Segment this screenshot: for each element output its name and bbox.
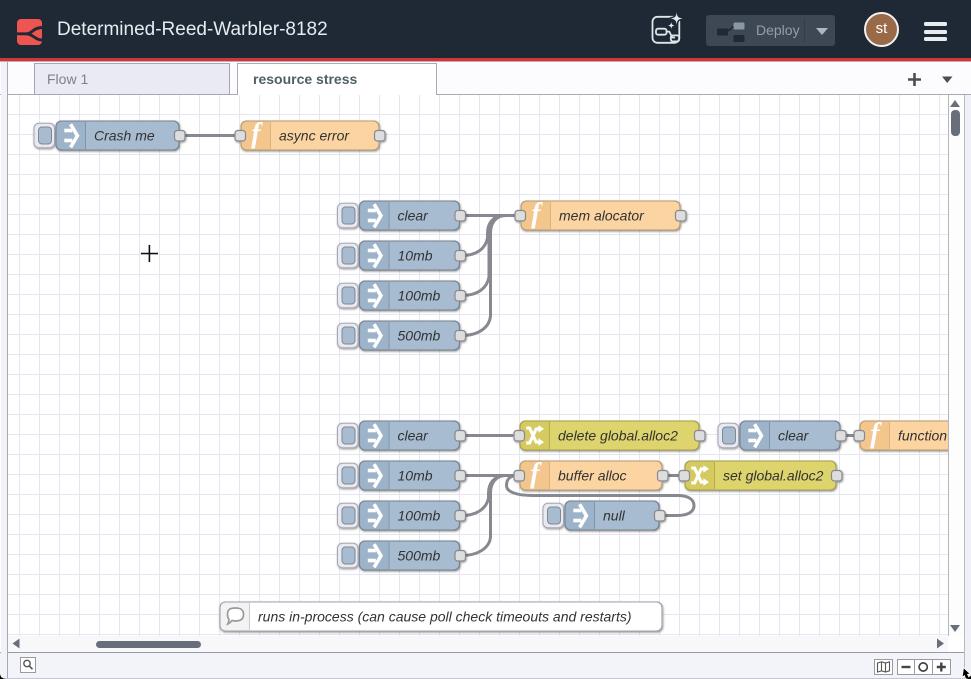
- svg-text:runs in-process (can cause pol: runs in-process (can cause poll check ti…: [258, 609, 632, 625]
- svg-text:clear: clear: [778, 428, 810, 444]
- svg-text:10mb: 10mb: [398, 248, 433, 264]
- svg-text:buffer alloc: buffer alloc: [558, 468, 626, 484]
- svg-text:clear: clear: [398, 208, 430, 224]
- svg-text:clear: clear: [398, 428, 430, 444]
- svg-text:function: function: [898, 428, 947, 444]
- svg-text:100mb: 100mb: [398, 508, 441, 524]
- svg-text:null: null: [603, 508, 626, 524]
- svg-text:500mb: 500mb: [398, 548, 441, 564]
- svg-text:500mb: 500mb: [398, 328, 441, 344]
- svg-text:mem alocator: mem alocator: [559, 208, 645, 224]
- svg-text:async error: async error: [279, 128, 350, 144]
- svg-text:delete global.alloc2: delete global.alloc2: [558, 428, 678, 444]
- svg-text:Crash me: Crash me: [94, 128, 155, 144]
- svg-text:100mb: 100mb: [398, 288, 441, 304]
- svg-text:set global.alloc2: set global.alloc2: [723, 468, 824, 484]
- svg-text:10mb: 10mb: [398, 468, 433, 484]
